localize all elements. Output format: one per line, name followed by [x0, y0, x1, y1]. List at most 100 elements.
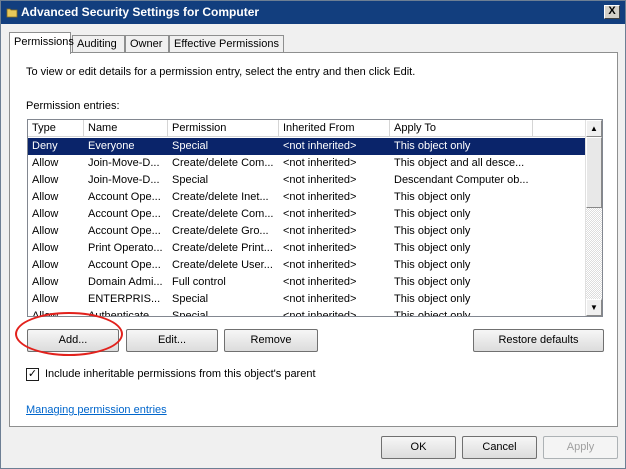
cell-name: Join-Move-D... — [88, 157, 160, 169]
vertical-scrollbar[interactable]: ▲ ▼ — [585, 120, 602, 316]
close-button[interactable]: X — [604, 5, 620, 19]
scroll-up-icon[interactable]: ▲ — [586, 120, 602, 137]
cell-apply-to: This object only — [394, 191, 471, 203]
table-row[interactable]: Allow Join-Move-D... Create/delete Com..… — [28, 155, 586, 172]
permission-entries-list[interactable]: Type Name Permission Inherited From Appl… — [27, 119, 603, 317]
cell-permission: Create/delete Com... — [172, 157, 274, 169]
cell-permission: Create/delete Gro... — [172, 225, 269, 237]
cell-name: Account Ope... — [88, 191, 161, 203]
cell-type: Allow — [32, 174, 59, 186]
cell-apply-to: This object only — [394, 225, 471, 237]
cell-permission: Special — [172, 140, 209, 152]
table-row[interactable]: Allow Account Ope... Create/delete Com..… — [28, 206, 586, 223]
tab-effective-permissions[interactable]: Effective Permissions — [169, 35, 284, 53]
cell-name: Account Ope... — [88, 259, 161, 271]
add-button[interactable]: Add... — [27, 329, 119, 352]
cell-permission: Special — [172, 293, 209, 305]
cell-inherited-from: <not inherited> — [283, 225, 357, 237]
cell-type: Allow — [32, 157, 59, 169]
cell-inherited-from: <not inherited> — [283, 276, 357, 288]
cell-apply-to: Descendant Computer ob... — [394, 174, 529, 186]
cell-apply-to: This object only — [394, 310, 471, 317]
cell-type: Allow — [32, 208, 59, 220]
cell-inherited-from: <not inherited> — [283, 191, 357, 203]
security-settings-dialog: Advanced Security Settings for Computer … — [0, 0, 626, 469]
cell-permission: Create/delete Com... — [172, 208, 274, 220]
cell-name: Account Ope... — [88, 225, 161, 237]
table-row[interactable]: Allow Join-Move-D... Special <not inheri… — [28, 172, 586, 189]
column-header-name[interactable]: Name — [84, 120, 168, 137]
cell-apply-to: This object only — [394, 208, 471, 220]
table-row[interactable]: Allow Domain Admi... Full control <not i… — [28, 274, 586, 291]
cell-name: Print Operato... — [88, 242, 163, 254]
cell-type: Allow — [32, 225, 59, 237]
cell-inherited-from: <not inherited> — [283, 157, 357, 169]
cell-inherited-from: <not inherited> — [283, 140, 357, 152]
tab-auditing[interactable]: Auditing — [72, 35, 125, 53]
inherit-permissions-label[interactable]: Include inheritable permissions from thi… — [45, 368, 316, 380]
tab-owner[interactable]: Owner — [125, 35, 169, 53]
cell-apply-to: This object only — [394, 276, 471, 288]
cell-type: Allow — [32, 259, 59, 271]
cell-inherited-from: <not inherited> — [283, 259, 357, 271]
list-header: Type Name Permission Inherited From Appl… — [28, 120, 586, 137]
table-row[interactable]: Allow Account Ope... Create/delete Gro..… — [28, 223, 586, 240]
scroll-track[interactable] — [586, 208, 602, 299]
cell-type: Allow — [32, 310, 59, 317]
cell-apply-to: This object and all desce... — [394, 157, 525, 169]
column-header-permission[interactable]: Permission — [168, 120, 279, 137]
permissions-panel: To view or edit details for a permission… — [9, 52, 618, 427]
table-row[interactable]: Allow ENTERPRIS... Special <not inherite… — [28, 291, 586, 308]
title-bar: Advanced Security Settings for Computer … — [1, 1, 625, 24]
cell-type: Allow — [32, 242, 59, 254]
cell-permission: Create/delete Print... — [172, 242, 273, 254]
remove-button[interactable]: Remove — [224, 329, 318, 352]
cell-permission: Create/delete Inet... — [172, 191, 269, 203]
folder-icon — [6, 8, 18, 18]
table-row[interactable]: Deny Everyone Special <not inherited> Th… — [28, 138, 586, 155]
column-header-inherited-from[interactable]: Inherited From — [279, 120, 390, 137]
cell-inherited-from: <not inherited> — [283, 310, 357, 317]
table-row[interactable]: Allow Print Operato... Create/delete Pri… — [28, 240, 586, 257]
column-header-apply-to[interactable]: Apply To — [390, 120, 533, 137]
cell-permission: Create/delete User... — [172, 259, 273, 271]
cell-type: Deny — [32, 140, 58, 152]
inherit-permissions-checkbox[interactable]: ✓ — [26, 368, 39, 381]
cell-apply-to: This object only — [394, 293, 471, 305]
cell-apply-to: This object only — [394, 242, 471, 254]
cell-type: Allow — [32, 293, 59, 305]
list-rows: Deny Everyone Special <not inherited> Th… — [28, 138, 586, 317]
window-title: Advanced Security Settings for Computer — [21, 5, 260, 19]
cell-name: Join-Move-D... — [88, 174, 160, 186]
cancel-button[interactable]: Cancel — [462, 436, 537, 459]
cell-permission: Full control — [172, 276, 226, 288]
managing-permission-entries-link[interactable]: Managing permission entries — [26, 404, 167, 416]
cell-permission: Special — [172, 174, 209, 186]
cell-name: ENTERPRIS... — [88, 293, 161, 305]
cell-apply-to: This object only — [394, 259, 471, 271]
cell-name: Everyone — [88, 140, 135, 152]
cell-name: Authenticate... — [88, 310, 159, 317]
table-row[interactable]: Allow Account Ope... Create/delete Inet.… — [28, 189, 586, 206]
tab-permissions[interactable]: Permissions — [9, 32, 74, 54]
restore-defaults-button[interactable]: Restore defaults — [473, 329, 604, 352]
apply-button[interactable]: Apply — [543, 436, 618, 459]
cell-apply-to: This object only — [394, 140, 471, 152]
cell-name: Domain Admi... — [88, 276, 163, 288]
edit-button[interactable]: Edit... — [126, 329, 218, 352]
cell-inherited-from: <not inherited> — [283, 174, 357, 186]
scroll-down-icon[interactable]: ▼ — [586, 299, 602, 316]
cell-inherited-from: <not inherited> — [283, 293, 357, 305]
permission-entries-label: Permission entries: — [26, 100, 120, 112]
cell-inherited-from: <not inherited> — [283, 242, 357, 254]
table-row[interactable]: Allow Account Ope... Create/delete User.… — [28, 257, 586, 274]
scroll-thumb[interactable] — [586, 137, 602, 208]
instructions-text: To view or edit details for a permission… — [26, 66, 416, 78]
cell-permission: Special — [172, 310, 209, 317]
column-header-type[interactable]: Type — [28, 120, 84, 137]
cell-name: Account Ope... — [88, 208, 161, 220]
ok-button[interactable]: OK — [381, 436, 456, 459]
table-row[interactable]: Allow Authenticate... Special <not inher… — [28, 308, 586, 317]
cell-inherited-from: <not inherited> — [283, 208, 357, 220]
cell-type: Allow — [32, 276, 59, 288]
